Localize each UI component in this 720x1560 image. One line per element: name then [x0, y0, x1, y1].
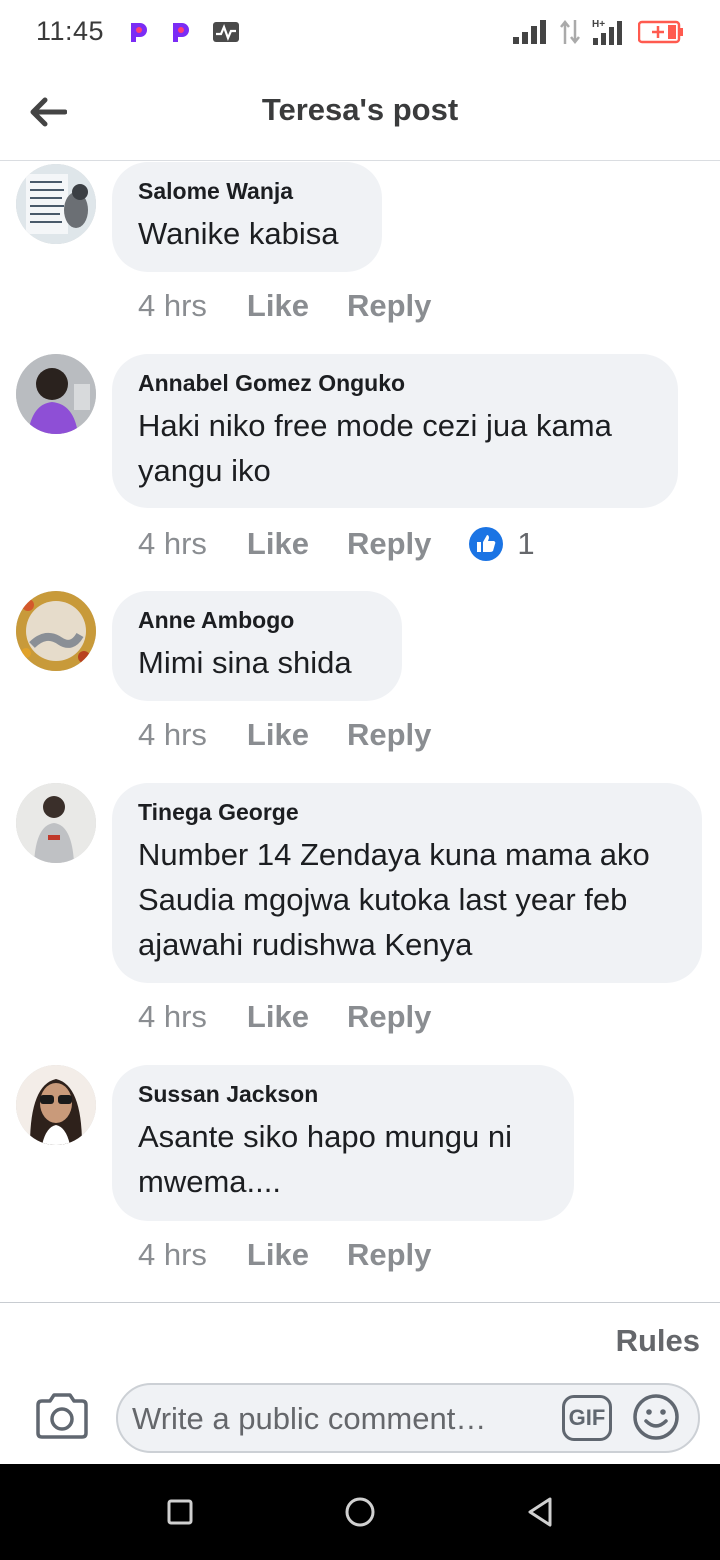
reply-button[interactable]: Reply: [347, 999, 431, 1035]
p-app-icon: [131, 23, 147, 42]
camera-icon[interactable]: [34, 1391, 90, 1441]
home-icon[interactable]: [340, 1492, 380, 1532]
status-indicators: H+: [512, 18, 684, 46]
avatar[interactable]: [16, 1065, 96, 1145]
avatar[interactable]: [16, 354, 96, 434]
battery-charging-icon: [638, 20, 683, 44]
thumbs-up-icon: [469, 527, 504, 561]
comment-author[interactable]: Annabel Gomez Onguko: [138, 370, 652, 397]
hplus-label: H+: [592, 19, 605, 30]
reply-button[interactable]: Reply: [347, 526, 431, 562]
like-button[interactable]: Like: [247, 1237, 309, 1273]
comment-composer: Rules GIF: [0, 1302, 720, 1465]
back-nav-icon[interactable]: [520, 1492, 560, 1532]
like-button[interactable]: Like: [247, 288, 309, 324]
recent-apps-icon[interactable]: [160, 1492, 200, 1532]
emoji-icon[interactable]: [632, 1393, 680, 1441]
comment-bubble[interactable]: Anne Ambogo Mimi sina shida: [112, 591, 402, 701]
comment-actions: 4 hrs Like Reply 1: [138, 526, 535, 562]
reply-button[interactable]: Reply: [347, 288, 431, 324]
comment-bubble[interactable]: Annabel Gomez Onguko Haki niko free mode…: [112, 354, 678, 508]
rules-link[interactable]: Rules: [616, 1323, 700, 1359]
comment-input[interactable]: [130, 1395, 554, 1443]
signal-icon: [513, 20, 546, 44]
comment-time[interactable]: 4 hrs: [138, 1237, 207, 1273]
comment-text: Mimi sina shida: [138, 645, 352, 680]
pulse-icon: [213, 22, 239, 42]
comment-author[interactable]: Sussan Jackson: [138, 1081, 548, 1108]
comment-bubble[interactable]: Tinega George Number 14 Zendaya kuna mam…: [112, 783, 702, 983]
comment-actions: 4 hrs Like Reply: [138, 717, 469, 753]
comment-box[interactable]: GIF: [116, 1383, 700, 1453]
comment-text: Asante siko hapo mungu ni mwema....: [138, 1119, 512, 1199]
status-time: 11:45: [36, 16, 105, 46]
comment-actions: 4 hrs Like Reply: [138, 288, 469, 324]
comment-text: Wanike kabisa: [138, 216, 339, 251]
comment-time[interactable]: 4 hrs: [138, 717, 207, 753]
avatar[interactable]: [16, 164, 96, 244]
page-title: Teresa's post: [261, 92, 459, 127]
like-button[interactable]: Like: [247, 999, 309, 1035]
data-arrows-icon: [560, 19, 580, 45]
comment-time[interactable]: 4 hrs: [138, 999, 207, 1035]
page-header: Teresa's post: [0, 64, 720, 161]
comment-time[interactable]: 4 hrs: [138, 288, 207, 324]
comment-bubble[interactable]: Salome Wanja Wanike kabisa: [112, 162, 382, 272]
avatar[interactable]: [16, 783, 96, 863]
like-button[interactable]: Like: [247, 717, 309, 753]
reply-button[interactable]: Reply: [347, 1237, 431, 1273]
comment-text: Number 14 Zendaya kuna mama ako Saudia m…: [138, 837, 650, 962]
system-nav-bar: [0, 1464, 720, 1560]
comment-author[interactable]: Salome Wanja: [138, 178, 356, 205]
gif-button[interactable]: GIF: [562, 1395, 612, 1441]
comment-actions: 4 hrs Like Reply: [138, 1237, 469, 1273]
hplus-signal-icon: H+: [592, 19, 622, 45]
comment-author[interactable]: Tinega George: [138, 799, 676, 826]
comment-time[interactable]: 4 hrs: [138, 526, 207, 562]
comment-author[interactable]: Anne Ambogo: [138, 607, 376, 634]
p-app-icon: [173, 23, 189, 42]
comment-text: Haki niko free mode cezi jua kama yangu …: [138, 408, 612, 488]
reply-button[interactable]: Reply: [347, 717, 431, 753]
comment-bubble[interactable]: Sussan Jackson Asante siko hapo mungu ni…: [112, 1065, 574, 1221]
reaction-count: 1: [517, 526, 535, 561]
like-button[interactable]: Like: [247, 526, 309, 562]
avatar[interactable]: [16, 591, 96, 671]
comment-actions: 4 hrs Like Reply: [138, 999, 469, 1035]
reaction-summary[interactable]: 1: [469, 526, 535, 562]
status-bar: 11:45 H+: [0, 0, 720, 64]
